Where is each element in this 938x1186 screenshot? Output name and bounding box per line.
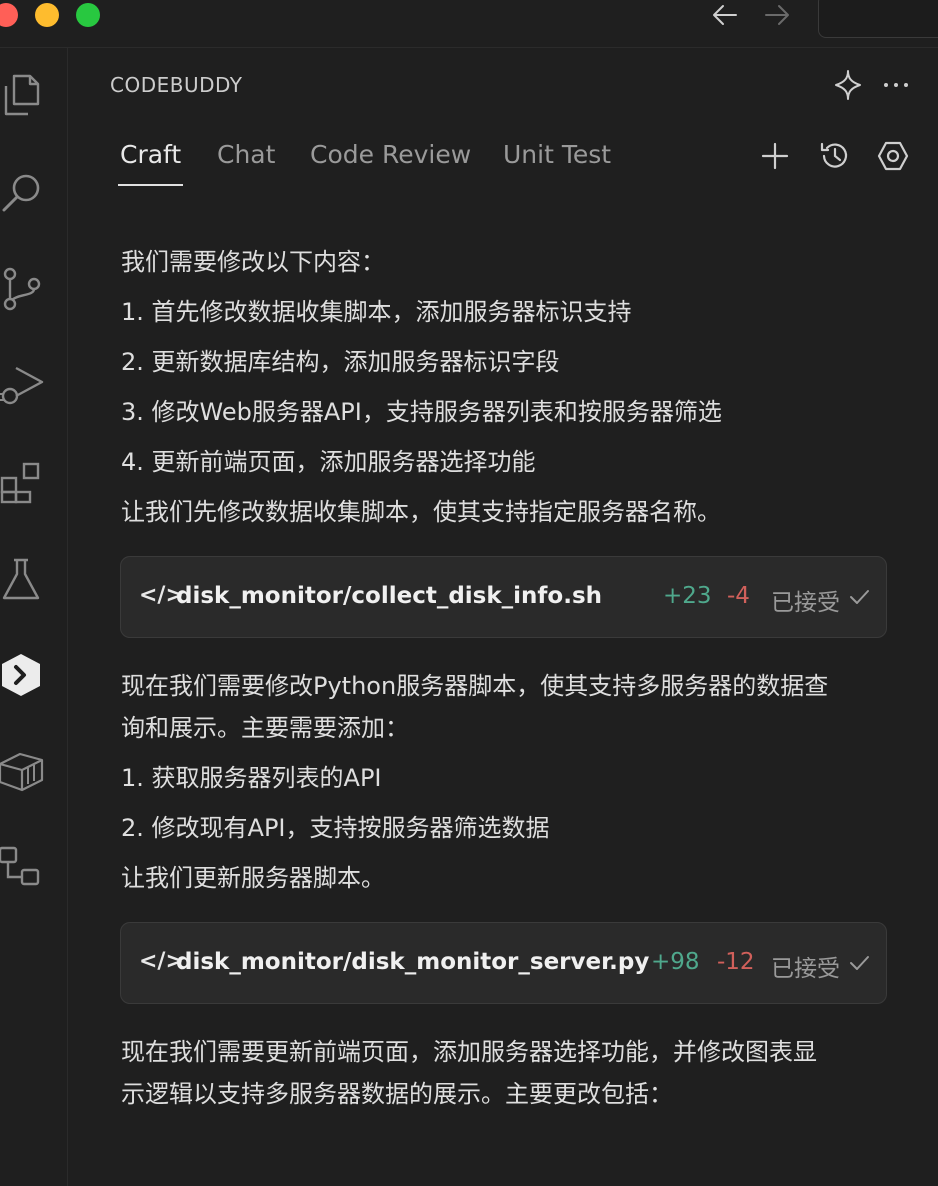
deletions-count: -12 xyxy=(717,949,755,975)
new-chat-plus-icon[interactable] xyxy=(757,138,793,174)
tab-code-review[interactable]: Code Review xyxy=(310,140,471,169)
message-line: 让我们更新服务器脚本。 xyxy=(121,864,385,892)
tab-unit-test[interactable]: Unit Test xyxy=(503,140,611,169)
source-control-icon[interactable] xyxy=(0,264,46,314)
file-change-card[interactable]: </> disk_monitor/disk_monitor_server.py … xyxy=(120,922,887,1004)
history-icon[interactable] xyxy=(817,138,853,174)
message-line: 示逻辑以支持多服务器数据的展示。主要更改包括： xyxy=(121,1080,673,1108)
additions-count: +98 xyxy=(651,949,700,975)
sparkle-icon[interactable] xyxy=(831,68,865,102)
container-icon[interactable] xyxy=(0,746,46,796)
panel-title: CODEBUDDY xyxy=(110,73,243,97)
remote-explorer-icon[interactable] xyxy=(0,842,46,892)
file-name[interactable]: disk_monitor/disk_monitor_server.py xyxy=(176,949,649,975)
activity-bar xyxy=(0,48,68,1186)
arrow-left-icon[interactable] xyxy=(710,2,740,28)
tab-craft[interactable]: Craft xyxy=(120,140,181,169)
tab-chat[interactable]: Chat xyxy=(217,140,275,169)
command-center[interactable] xyxy=(818,0,938,38)
file-change-card[interactable]: </> disk_monitor/collect_disk_info.sh +2… xyxy=(120,556,887,638)
message-line: 询和展示。主要需要添加： xyxy=(121,714,409,742)
more-actions-icon[interactable] xyxy=(879,68,913,102)
file-name[interactable]: disk_monitor/collect_disk_info.sh xyxy=(176,583,602,609)
message-line: 让我们先修改数据收集脚本，使其支持指定服务器名称。 xyxy=(121,498,721,526)
settings-icon[interactable] xyxy=(875,138,911,174)
message-line: 我们需要修改以下内容： xyxy=(121,248,385,276)
active-tab-indicator xyxy=(118,184,183,186)
list-item: 1. 获取服务器列表的API xyxy=(121,764,382,792)
codebuddy-logo-icon[interactable] xyxy=(0,650,46,700)
list-item: 2. 修改现有API，支持按服务器筛选数据 xyxy=(121,814,550,842)
message-line: 现在我们需要更新前端页面，添加服务器选择功能，并修改图表显 xyxy=(121,1038,817,1066)
list-item: 4. 更新前端页面，添加服务器选择功能 xyxy=(121,448,536,476)
title-bar xyxy=(0,0,938,48)
extensions-icon[interactable] xyxy=(0,456,46,506)
run-debug-icon[interactable] xyxy=(0,358,46,408)
window-close-button[interactable] xyxy=(0,3,18,27)
list-item: 1. 首先修改数据收集脚本，添加服务器标识支持 xyxy=(121,298,632,326)
explorer-icon[interactable] xyxy=(0,70,46,120)
deletions-count: -4 xyxy=(727,583,750,609)
check-icon xyxy=(850,590,869,604)
search-icon[interactable] xyxy=(0,168,46,218)
window-maximize-button[interactable] xyxy=(76,3,100,27)
arrow-right-icon[interactable] xyxy=(762,2,792,28)
status-accepted: 已接受 xyxy=(771,590,840,616)
message-line: 现在我们需要修改Python服务器脚本，使其支持多服务器的数据查 xyxy=(121,672,829,700)
check-icon xyxy=(850,956,869,970)
window-minimize-button[interactable] xyxy=(35,3,59,27)
additions-count: +23 xyxy=(663,583,712,609)
list-item: 3. 修改Web服务器API，支持服务器列表和按服务器筛选 xyxy=(121,398,722,426)
status-accepted: 已接受 xyxy=(771,956,840,982)
testing-flask-icon[interactable] xyxy=(0,554,46,604)
list-item: 2. 更新数据库结构，添加服务器标识字段 xyxy=(121,348,560,376)
codebuddy-panel: CODEBUDDY Craft Chat Code Review Unit Te… xyxy=(69,48,938,1186)
